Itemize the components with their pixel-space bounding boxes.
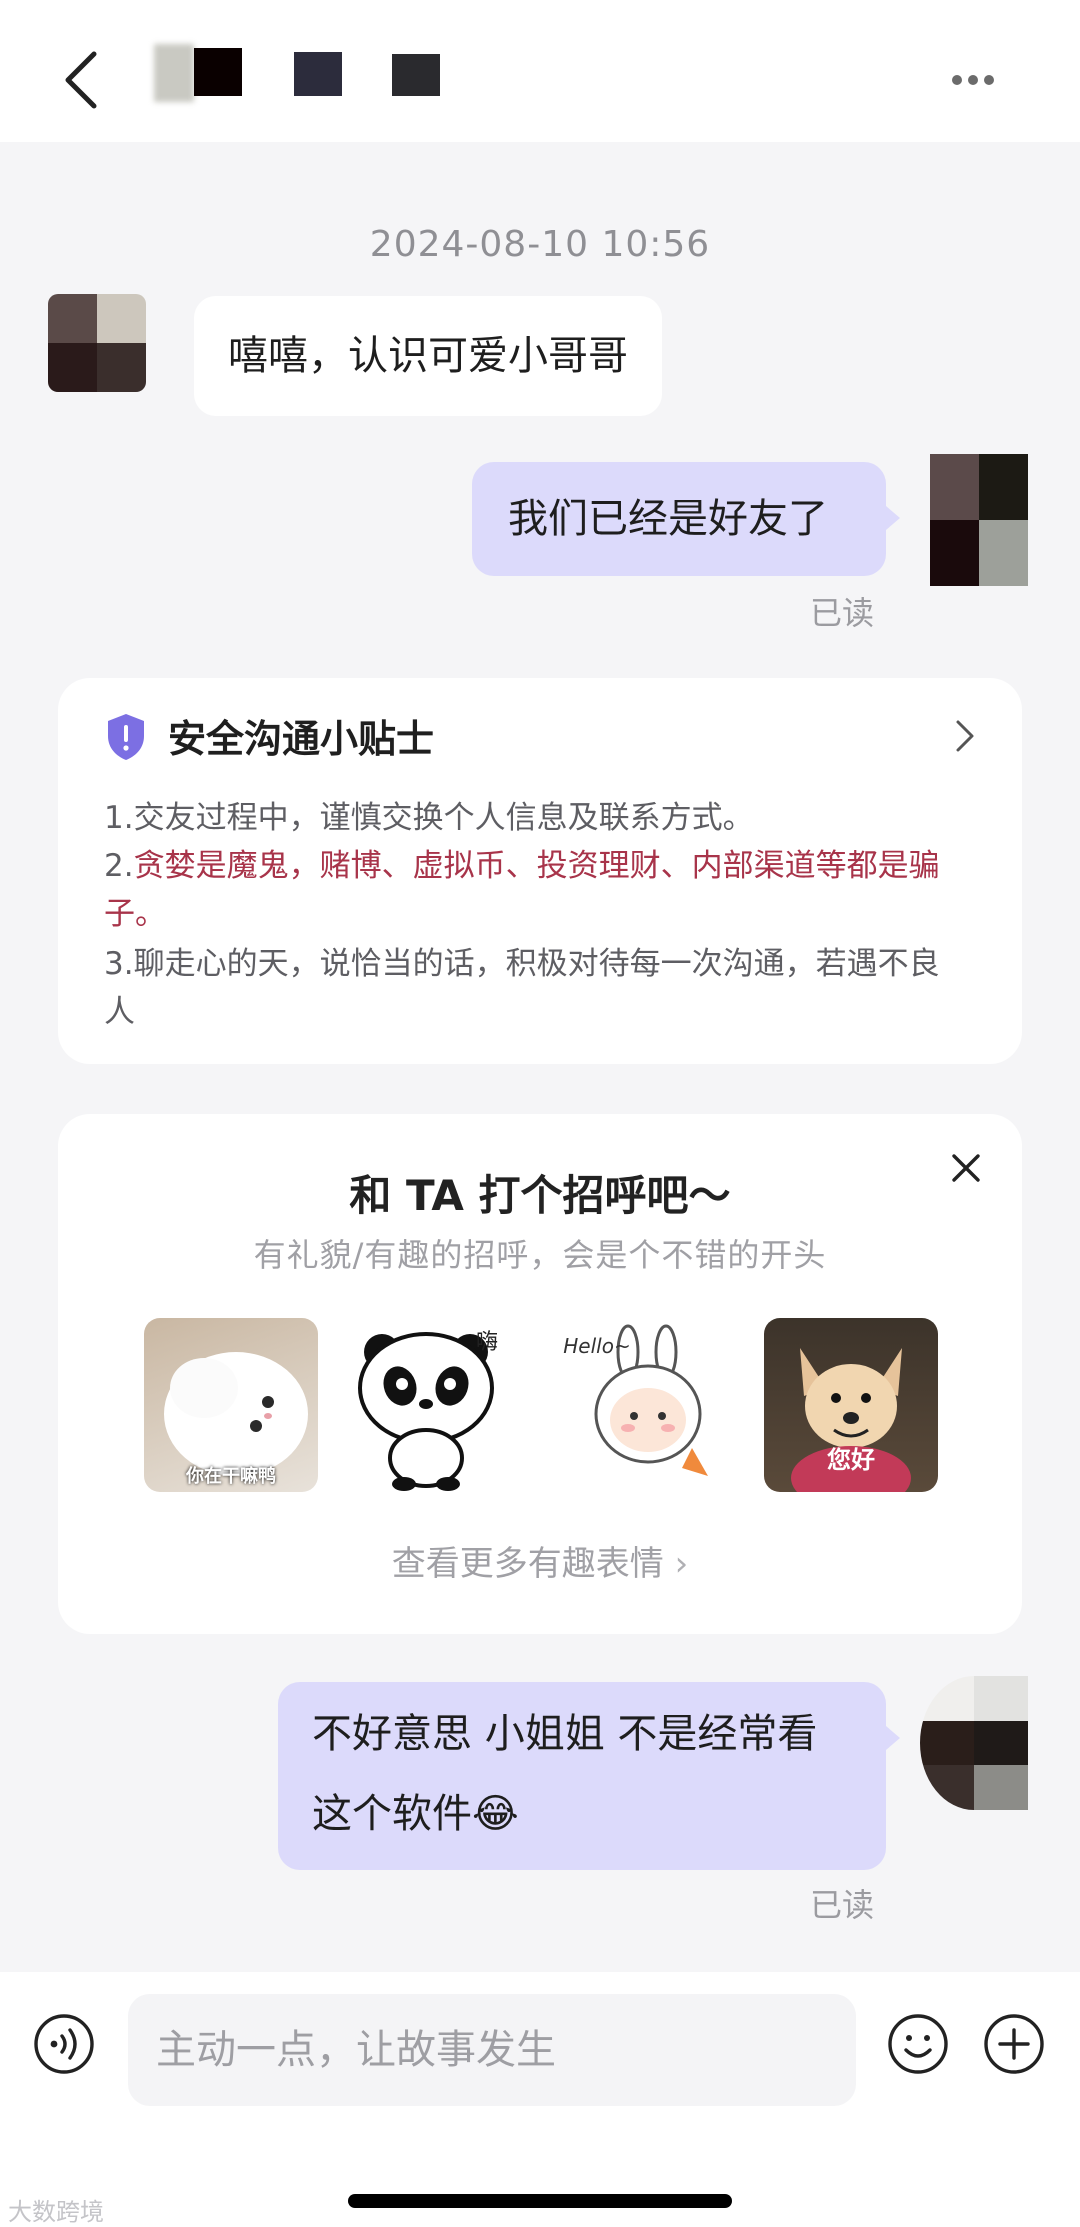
back-arrow-icon[interactable] bbox=[56, 48, 106, 112]
tip-line-2: 2.贪婪是魔鬼，赌博、虚拟币、投资理财、内部渠道等都是骗 bbox=[104, 842, 994, 890]
sticker-caption: Hello~ bbox=[563, 1334, 631, 1358]
emoji-icon[interactable] bbox=[886, 2012, 950, 2076]
sticker-caption: 嗨 bbox=[475, 1330, 498, 1355]
bunny-sticker[interactable]: Hello~ bbox=[558, 1318, 732, 1492]
watermark: 大数跨境 bbox=[8, 2198, 104, 2226]
message-timestamp: 2024-08-10 10:56 bbox=[369, 224, 711, 265]
tip-number: 2. bbox=[104, 848, 134, 884]
chevron-right-icon: › bbox=[674, 1544, 689, 1584]
message-input-bar bbox=[0, 1972, 1080, 2227]
white-cat-sticker[interactable]: 你在干嘛鸭 bbox=[144, 1318, 318, 1492]
bubble-tail bbox=[886, 506, 900, 530]
contact-avatar[interactable] bbox=[48, 294, 146, 392]
shield-alert-icon bbox=[108, 714, 144, 760]
contact-name-mosaic bbox=[150, 30, 460, 140]
message-text: 嘻嘻，认识可爱小哥哥 bbox=[228, 333, 628, 379]
greeting-subtitle: 有礼貌/有趣的招呼，会是个不错的开头 bbox=[253, 1236, 827, 1274]
tip-line-3: 3.聊走心的天，说恰当的话，积极对待每一次沟通，若遇不良 bbox=[104, 946, 940, 982]
tip-warning-text: 贪婪是魔鬼，赌博、虚拟币、投资理财、内部渠道等都是骗 bbox=[133, 848, 940, 884]
sticker-caption: 你在干嘛鸭 bbox=[186, 1466, 276, 1487]
incoming-message-bubble[interactable]: 嘻嘻，认识可爱小哥哥 bbox=[194, 296, 662, 416]
message-input[interactable] bbox=[128, 1994, 856, 2106]
safety-tips-title: 安全沟通小贴士 bbox=[168, 717, 435, 761]
more-options-icon[interactable] bbox=[952, 60, 1024, 100]
outgoing-message-bubble[interactable]: 不好意思 小姐姐 不是经常看 这个软件😂 bbox=[278, 1682, 886, 1870]
message-text: 我们已经是好友了 bbox=[508, 496, 828, 542]
dog-sticker[interactable]: 您好 bbox=[764, 1318, 938, 1492]
my-avatar[interactable] bbox=[930, 454, 1028, 586]
plus-icon[interactable] bbox=[982, 2012, 1046, 2076]
panda-sticker[interactable]: 嗨 bbox=[344, 1318, 518, 1492]
safety-tips-card[interactable]: 安全沟通小贴士 1.交友过程中，谨慎交换个人信息及联系方式。 2.贪婪是魔鬼，赌… bbox=[58, 678, 1022, 1064]
tip-line-2-cont: 子。 bbox=[104, 896, 166, 932]
bubble-tail bbox=[886, 1726, 900, 1750]
my-avatar[interactable] bbox=[920, 1676, 1028, 1810]
chat-header bbox=[0, 0, 1080, 142]
home-indicator[interactable] bbox=[348, 2194, 732, 2208]
voice-input-icon[interactable] bbox=[32, 2012, 96, 2076]
greeting-title: 和 TA 打个招呼吧～ bbox=[349, 1171, 731, 1220]
message-text-line-2: 这个软件😂 bbox=[312, 1791, 519, 1837]
tip-line-3-cont: 人 bbox=[104, 994, 135, 1030]
read-status: 已读 bbox=[810, 594, 875, 632]
read-status: 已读 bbox=[810, 1886, 875, 1924]
greeting-card: 和 TA 打个招呼吧～ 有礼貌/有趣的招呼，会是个不错的开头 你在干嘛鸭 嗨 H… bbox=[58, 1114, 1022, 1634]
tip-line-1: 1.交友过程中，谨慎交换个人信息及联系方式。 bbox=[104, 800, 754, 836]
outgoing-message-bubble[interactable]: 我们已经是好友了 bbox=[472, 462, 886, 576]
more-stickers-label: 查看更多有趣表情 bbox=[391, 1544, 664, 1584]
chevron-right-icon[interactable] bbox=[954, 718, 976, 754]
close-icon[interactable] bbox=[946, 1148, 986, 1188]
message-text-line-1: 不好意思 小姐姐 不是经常看 bbox=[312, 1711, 818, 1757]
sticker-caption: 您好 bbox=[827, 1446, 875, 1474]
more-stickers-link[interactable]: 查看更多有趣表情 › bbox=[58, 1536, 1022, 1585]
